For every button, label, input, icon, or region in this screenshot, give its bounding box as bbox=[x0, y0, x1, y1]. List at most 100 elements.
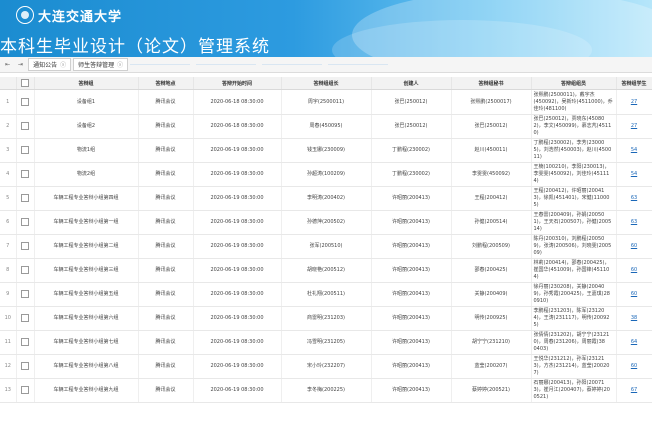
student-count-cell[interactable]: 60 bbox=[616, 282, 652, 307]
group-name-cell: 设备组1 bbox=[34, 89, 139, 115]
group-secretary-cell: 张熙鹏(2500017) bbox=[451, 89, 532, 115]
row-checkbox-cell[interactable] bbox=[16, 162, 35, 187]
group-members-cell: 王悦华(231212)，孙军(23121 3)，方杰(231214)，蓝莹(20… bbox=[531, 354, 617, 379]
table-row[interactable]: 1 设备组1 腾讯会议 2020-06-18 08:30:00 周宇(2500011) 张… bbox=[0, 89, 652, 115]
row-checkbox[interactable] bbox=[21, 122, 29, 131]
table-row[interactable]: 5 车辆工程专业答辩小组第四组 腾讯会议 2020-06-19 08:30:00 李明涛… bbox=[0, 186, 652, 211]
student-count-cell[interactable]: 27 bbox=[616, 114, 652, 139]
column-header[interactable]: 答辩开始时间 bbox=[193, 77, 282, 90]
group-leader-cell: 李冬梅(200225) bbox=[281, 378, 372, 403]
row-checkbox[interactable] bbox=[21, 314, 29, 323]
student-count-link[interactable]: 54 bbox=[631, 171, 637, 177]
student-count-link[interactable]: 60 bbox=[631, 363, 637, 369]
column-header[interactable]: 答辩组 bbox=[34, 77, 139, 90]
table-row[interactable]: 3 物流1组 腾讯会议 2020-06-19 08:30:00 钱玉娜(230009) 丁… bbox=[0, 138, 652, 163]
close-icon[interactable]: ⓧ bbox=[117, 60, 123, 69]
student-count-link[interactable]: 60 bbox=[631, 267, 637, 273]
row-checkbox-cell[interactable] bbox=[16, 354, 35, 379]
student-count-link[interactable]: 54 bbox=[631, 147, 637, 153]
row-checkbox[interactable] bbox=[21, 362, 29, 371]
row-checkbox[interactable] bbox=[21, 97, 29, 106]
row-checkbox-cell[interactable] bbox=[16, 114, 35, 139]
tab-nav-forward-icon[interactable]: ⇥ bbox=[15, 59, 26, 70]
group-members-cell: 张巴(250012)，贾晓东(45080 2)，李文(450099)，慕志芃(4… bbox=[531, 114, 617, 139]
column-header[interactable]: 创建人 bbox=[371, 77, 452, 90]
row-checkbox[interactable] bbox=[21, 290, 29, 299]
group-members-cell: 徐丹丽(230208)，关静(20040 9)，孙秀霞(200425)，王嘉琪(… bbox=[531, 282, 617, 307]
tab-defense-management[interactable]: 师生答辩管理 ⓧ bbox=[73, 58, 129, 71]
table-row[interactable]: 10 车辆工程专业答辩小组第六组 腾讯会议 2020-06-19 08:30:00 商雷… bbox=[0, 306, 652, 331]
student-count-link[interactable]: 60 bbox=[631, 291, 637, 297]
group-secretary-cell: 邵春(200425) bbox=[451, 258, 532, 283]
table-row[interactable]: 13 车辆工程专业答辩小组第九组 腾讯会议 2020-06-19 08:30:00 李冬… bbox=[0, 378, 652, 403]
defense-place-cell: 腾讯会议 bbox=[138, 89, 194, 115]
table-row[interactable]: 11 车辆工程专业答辩小组第七组 腾讯会议 2020-06-19 08:30:00 冯雪… bbox=[0, 330, 652, 355]
student-count-cell[interactable]: 60 bbox=[616, 354, 652, 379]
row-checkbox-cell[interactable] bbox=[16, 378, 35, 403]
creator-cell: 丁鹏程(230002) bbox=[371, 162, 452, 187]
column-header[interactable]: 答辩组秘书 bbox=[451, 77, 532, 90]
row-number-cell: 11 bbox=[0, 330, 17, 355]
student-count-link[interactable]: 27 bbox=[631, 99, 637, 105]
student-count-cell[interactable]: 27 bbox=[616, 89, 652, 115]
defense-time-cell: 2020-06-19 08:30:00 bbox=[193, 306, 282, 331]
student-count-cell[interactable]: 67 bbox=[616, 378, 652, 403]
row-checkbox-cell[interactable] bbox=[16, 282, 35, 307]
close-icon[interactable]: ⓧ bbox=[60, 60, 66, 69]
row-checkbox-cell[interactable] bbox=[16, 258, 35, 283]
row-checkbox-cell[interactable] bbox=[16, 210, 35, 235]
row-checkbox[interactable] bbox=[21, 194, 29, 203]
student-count-cell[interactable]: 54 bbox=[616, 138, 652, 163]
university-name: 大连交通大学 bbox=[38, 10, 123, 25]
tab-notices[interactable]: 通知公告 ⓧ bbox=[28, 58, 72, 71]
row-checkbox[interactable] bbox=[21, 386, 29, 395]
column-header[interactable]: 答辩地点 bbox=[138, 77, 194, 90]
student-count-cell[interactable]: 64 bbox=[616, 330, 652, 355]
student-count-cell[interactable]: 38 bbox=[616, 306, 652, 331]
student-count-link[interactable]: 63 bbox=[631, 195, 637, 201]
column-header[interactable]: 答辩组组员 bbox=[531, 77, 617, 90]
student-count-cell[interactable]: 63 bbox=[616, 186, 652, 211]
student-count-link[interactable]: 63 bbox=[631, 219, 637, 225]
select-all-checkbox[interactable] bbox=[21, 79, 29, 87]
group-members-cell: 王春雷(200409)，孙娟(20050 1)，王天石(200507)，孙健(2… bbox=[531, 210, 617, 235]
row-checkbox[interactable] bbox=[21, 146, 29, 155]
student-count-link[interactable]: 27 bbox=[631, 123, 637, 129]
row-checkbox[interactable] bbox=[21, 218, 29, 227]
student-count-cell[interactable]: 54 bbox=[616, 162, 652, 187]
tab-nav-back-icon[interactable]: ⇤ bbox=[2, 59, 13, 70]
defense-time-cell: 2020-06-18 08:30:00 bbox=[193, 89, 282, 115]
row-checkbox[interactable] bbox=[21, 170, 29, 179]
group-name-cell: 车辆工程专业答辩小组第六组 bbox=[34, 306, 139, 331]
group-leader-cell: 杜礼翔(200511) bbox=[281, 282, 372, 307]
row-checkbox-cell[interactable] bbox=[16, 138, 35, 163]
defense-time-cell: 2020-06-19 08:30:00 bbox=[193, 138, 282, 163]
table-row[interactable]: 4 物流2组 腾讯会议 2020-06-19 08:30:00 孙超涛(100209) 丁… bbox=[0, 162, 652, 187]
student-count-link[interactable]: 60 bbox=[631, 243, 637, 249]
table-row[interactable]: 8 车辆工程专业答辩小组第三组 腾讯会议 2020-06-19 08:30:00 胡晓艳… bbox=[0, 258, 652, 283]
column-header[interactable]: 答辩组组长 bbox=[281, 77, 372, 90]
row-number-cell: 13 bbox=[0, 378, 17, 403]
table-row[interactable]: 6 车辆工程专业答辩小组第一组 腾讯会议 2020-06-19 08:30:00 孙德萍… bbox=[0, 210, 652, 235]
table-row[interactable]: 12 车辆工程专业答辩小组第八组 腾讯会议 2020-06-19 08:30:00 宋小… bbox=[0, 354, 652, 379]
student-count-link[interactable]: 67 bbox=[631, 387, 637, 393]
row-checkbox-cell[interactable] bbox=[16, 234, 35, 259]
row-checkbox[interactable] bbox=[21, 338, 29, 347]
row-checkbox-cell[interactable] bbox=[16, 89, 35, 115]
column-header[interactable]: 答辩组学生 bbox=[616, 77, 652, 90]
row-checkbox-cell[interactable] bbox=[16, 306, 35, 331]
student-count-cell[interactable]: 60 bbox=[616, 234, 652, 259]
row-checkbox-cell[interactable] bbox=[16, 330, 35, 355]
row-checkbox[interactable] bbox=[21, 266, 29, 275]
table-row[interactable]: 2 设备组2 腾讯会议 2020-06-18 08:30:00 周春(450095) 张巴… bbox=[0, 114, 652, 139]
table-row[interactable]: 7 车辆工程专业答辩小组第二组 腾讯会议 2020-06-19 08:30:00 张军(… bbox=[0, 234, 652, 259]
row-checkbox-cell[interactable] bbox=[16, 186, 35, 211]
student-count-cell[interactable]: 63 bbox=[616, 210, 652, 235]
table-row[interactable]: 9 车辆工程专业答辩小组第五组 腾讯会议 2020-06-19 08:30:00 杜礼翔… bbox=[0, 282, 652, 307]
student-count-link[interactable]: 38 bbox=[631, 315, 637, 321]
group-name-cell: 物流1组 bbox=[34, 138, 139, 163]
row-checkbox[interactable] bbox=[21, 242, 29, 251]
header-select-all[interactable] bbox=[16, 77, 35, 90]
student-count-cell[interactable]: 60 bbox=[616, 258, 652, 283]
student-count-link[interactable]: 64 bbox=[631, 339, 637, 345]
